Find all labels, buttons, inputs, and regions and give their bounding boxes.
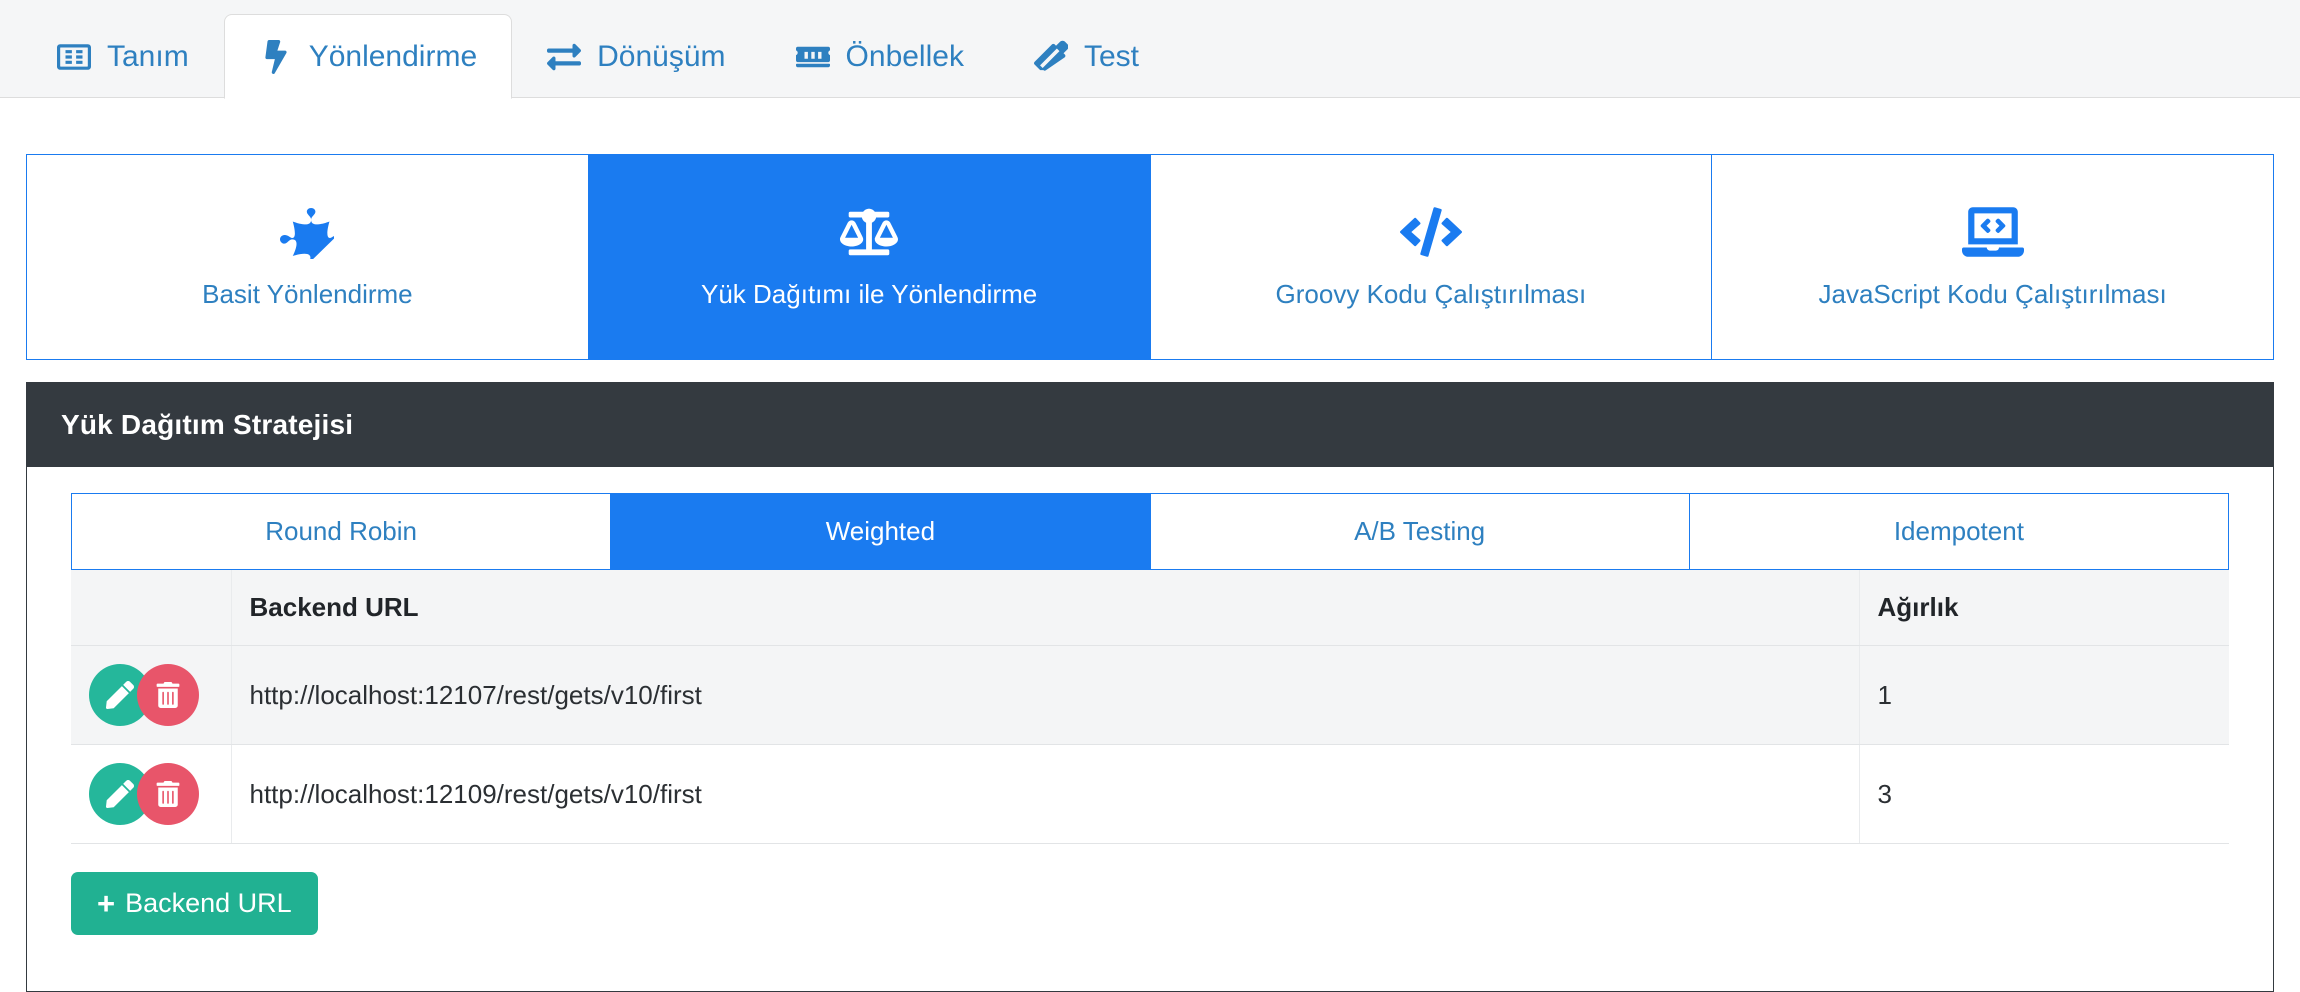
tab-label: Dönüşüm [597, 40, 726, 73]
strategy-ab-testing[interactable]: A/B Testing [1150, 494, 1690, 569]
routing-card-javascript[interactable]: JavaScript Kodu Çalıştırılması [1712, 155, 2273, 359]
weight-cell: 1 [1859, 645, 2229, 745]
strategy-segment-group: Round Robin Weighted A/B Testing Idempot… [71, 493, 2229, 570]
backend-url-cell: http://localhost:12109/rest/gets/v10/fir… [231, 744, 1860, 844]
add-backend-url-label: Backend URL [125, 888, 292, 918]
laptop-code-icon [1961, 205, 2024, 259]
table-row: http://localhost:12109/rest/gets/v10/fir… [71, 744, 2229, 844]
row-actions-cell [71, 645, 232, 745]
column-header-actions [71, 570, 232, 646]
main-tab-bar: Tanım Yönlendirme Dönüşüm Önbellek Test [0, 0, 2300, 99]
marker-pen-icon [1033, 40, 1068, 74]
balance-scale-icon [840, 205, 899, 259]
tab-test[interactable]: Test [999, 14, 1174, 99]
routing-card-yuk-dagitimi[interactable]: Yük Dağıtımı ile Yönlendirme [588, 155, 1151, 359]
add-backend-url-button[interactable]: + Backend URL [71, 872, 318, 935]
tab-onbellek[interactable]: Önbellek [761, 14, 999, 99]
memory-chip-icon [795, 40, 830, 74]
table-header-row: Backend URL Ağırlık [71, 570, 2229, 646]
panel-body: Round Robin Weighted A/B Testing Idempot… [27, 467, 2273, 991]
delete-icon[interactable] [137, 763, 199, 825]
panel-title: Yük Dağıtım Stratejisi [27, 383, 2273, 467]
tab-label: Önbellek [845, 40, 964, 73]
routing-card-label: Basit Yönlendirme [202, 278, 413, 309]
routing-card-label: Yük Dağıtımı ile Yönlendirme [701, 278, 1038, 309]
row-actions-cell [71, 744, 232, 844]
exchange-icon [547, 40, 582, 74]
load-balance-panel: Yük Dağıtım Stratejisi Round Robin Weigh… [26, 382, 2274, 992]
column-header-backend-url: Backend URL [231, 570, 1860, 646]
backend-url-table: Backend URL Ağırlık http://localhost:121… [71, 570, 2229, 844]
tab-label: Tanım [107, 40, 189, 73]
routing-card-label: Groovy Kodu Çalıştırılması [1275, 278, 1587, 309]
weight-cell: 3 [1859, 744, 2229, 844]
tab-donusum[interactable]: Dönüşüm [512, 14, 760, 99]
tab-tanim[interactable]: Tanım [22, 14, 224, 99]
routing-card-label: JavaScript Kodu Çalıştırılması [1818, 278, 2167, 309]
backend-url-cell: http://localhost:12107/rest/gets/v10/fir… [231, 645, 1860, 745]
routing-type-card-group: Basit Yönlendirme Yük Dağıtımı ile Yönle… [26, 154, 2274, 360]
bolt-icon [259, 39, 293, 74]
strategy-weighted[interactable]: Weighted [611, 494, 1151, 569]
table-row: http://localhost:12107/rest/gets/v10/fir… [71, 645, 2229, 745]
delete-icon[interactable] [137, 664, 199, 726]
row-action-buttons [89, 763, 213, 825]
column-header-weight: Ağırlık [1859, 570, 2229, 646]
routing-card-basit-yonlendirme[interactable]: Basit Yönlendirme [27, 155, 589, 359]
table-header: Backend URL Ağırlık [71, 570, 2229, 646]
puzzle-piece-icon [280, 205, 335, 259]
code-icon [1399, 205, 1462, 259]
tab-label: Test [1083, 40, 1139, 73]
plus-icon: + [97, 886, 116, 921]
table-body: http://localhost:12107/rest/gets/v10/fir… [71, 645, 2229, 844]
row-action-buttons [89, 664, 213, 726]
tab-label: Yönlendirme [308, 39, 478, 73]
id-card-icon [57, 40, 91, 74]
strategy-idempotent[interactable]: Idempotent [1689, 494, 2228, 569]
strategy-round-robin[interactable]: Round Robin [72, 494, 612, 569]
tab-yonlendirme[interactable]: Yönlendirme [223, 14, 513, 99]
routing-card-groovy[interactable]: Groovy Kodu Çalıştırılması [1150, 155, 1713, 359]
